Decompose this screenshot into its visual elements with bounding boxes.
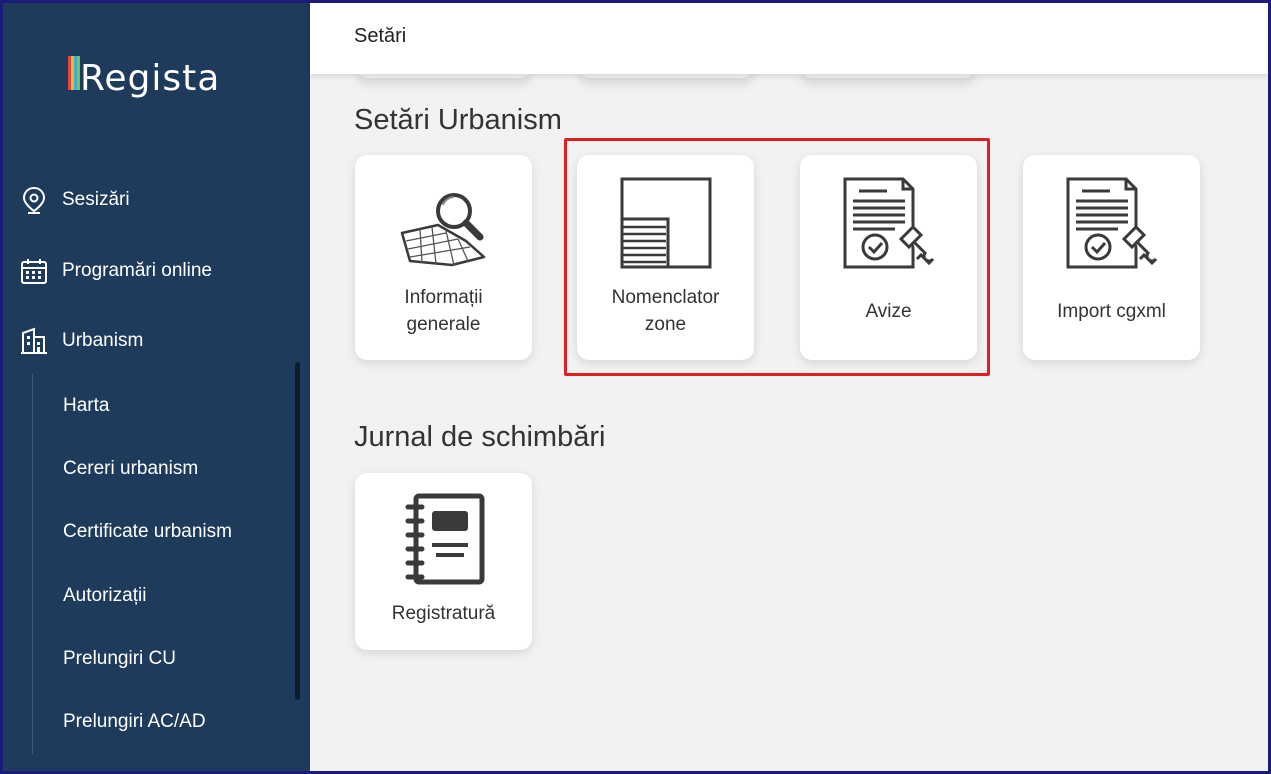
sidebar-subitem-prelungiri-ac-ad[interactable]: Prelungiri AC/AD — [63, 711, 206, 733]
section-title-setari-urbanism: Setări Urbanism — [354, 104, 562, 136]
building-icon — [20, 327, 48, 355]
card-informatii-generale[interactable]: Informații generale — [355, 155, 532, 360]
sidebar-subitem-autorizatii[interactable]: Autorizații — [63, 585, 146, 607]
sidebar-subitem-cereri-urbanism[interactable]: Cereri urbanism — [63, 458, 198, 480]
card-label: Import cgxml — [1057, 301, 1166, 322]
card-import-cgxml[interactable]: Import cgxml — [1023, 155, 1200, 360]
calendar-icon — [20, 257, 48, 285]
submenu-divider — [32, 374, 33, 754]
sidebar-item-label: Urbanism — [62, 330, 144, 351]
map-search-icon — [355, 189, 532, 269]
sidebar-subitem-prelungiri-cu[interactable]: Prelungiri CU — [63, 648, 176, 670]
sidebar-item-urbanism[interactable]: Urbanism — [20, 327, 143, 355]
card-registratura[interactable]: Registratură — [355, 473, 532, 650]
page-title: Setări — [354, 25, 407, 47]
logo[interactable]: Regista — [68, 52, 220, 99]
sidebar-item-label: Programări online — [62, 260, 212, 281]
sidebar-item-sesizari[interactable]: Sesizări — [20, 186, 130, 214]
highlight-box — [564, 138, 990, 376]
sidebar-item-programari[interactable]: Programări online — [20, 257, 212, 285]
notebook-icon — [355, 493, 532, 585]
section-title-jurnal-de-schimbari: Jurnal de schimbări — [354, 421, 606, 453]
certified-document-icon — [1023, 177, 1200, 269]
card-label: Informații generale — [404, 287, 483, 335]
sidebar-item-label: Sesizări — [62, 189, 130, 210]
sidebar-scrollbar[interactable] — [295, 362, 300, 700]
logo-mark-icon — [68, 55, 84, 96]
sidebar-subitem-certificate-urbanism[interactable]: Certificate urbanism — [63, 521, 232, 543]
logo-text: Regista — [80, 58, 221, 99]
location-pin-icon — [20, 186, 48, 214]
sidebar: Regista Sesizări Programări online Urban… — [0, 0, 310, 774]
header-bar: Setări — [310, 0, 1271, 74]
sidebar-subitem-harta[interactable]: Harta — [63, 395, 109, 417]
card-label: Registratură — [391, 603, 496, 624]
